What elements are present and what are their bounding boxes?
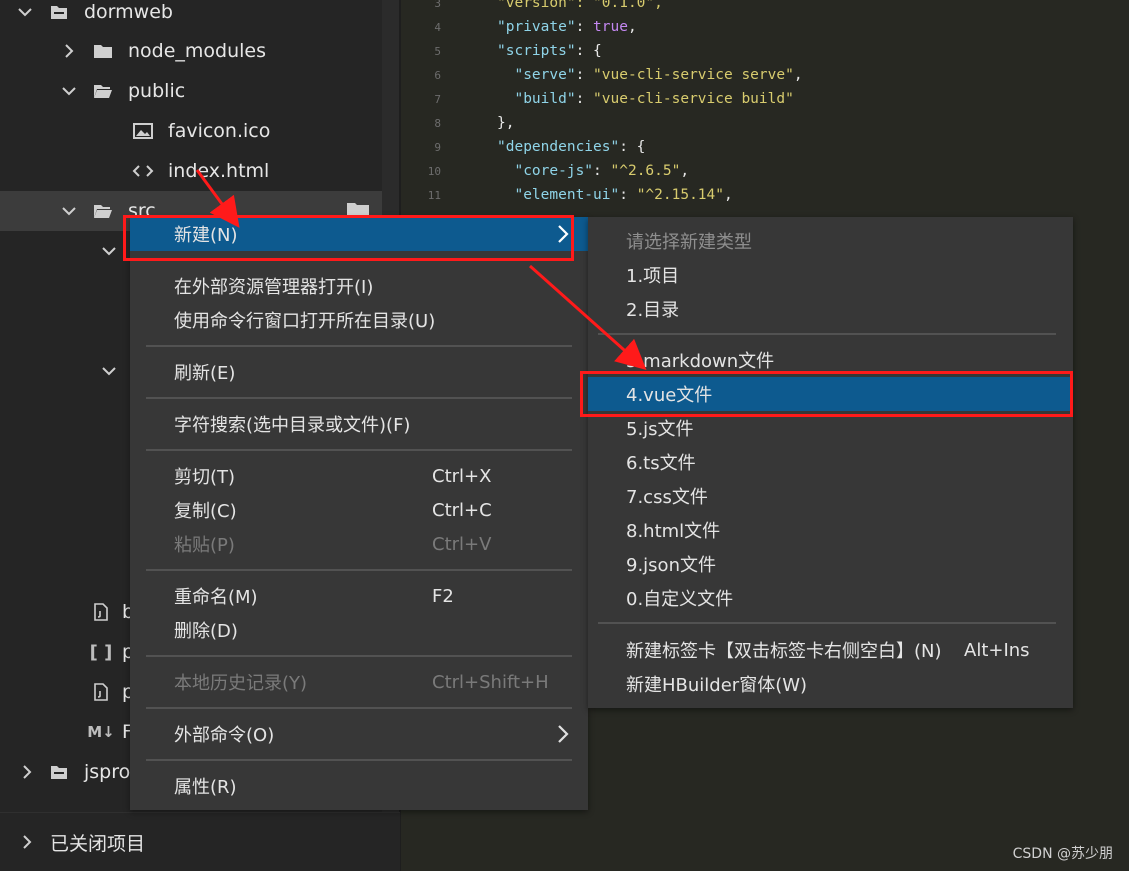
annotation-arrow <box>529 264 647 370</box>
annotation-arrow <box>195 169 240 228</box>
annotation-arrows <box>195 169 647 370</box>
